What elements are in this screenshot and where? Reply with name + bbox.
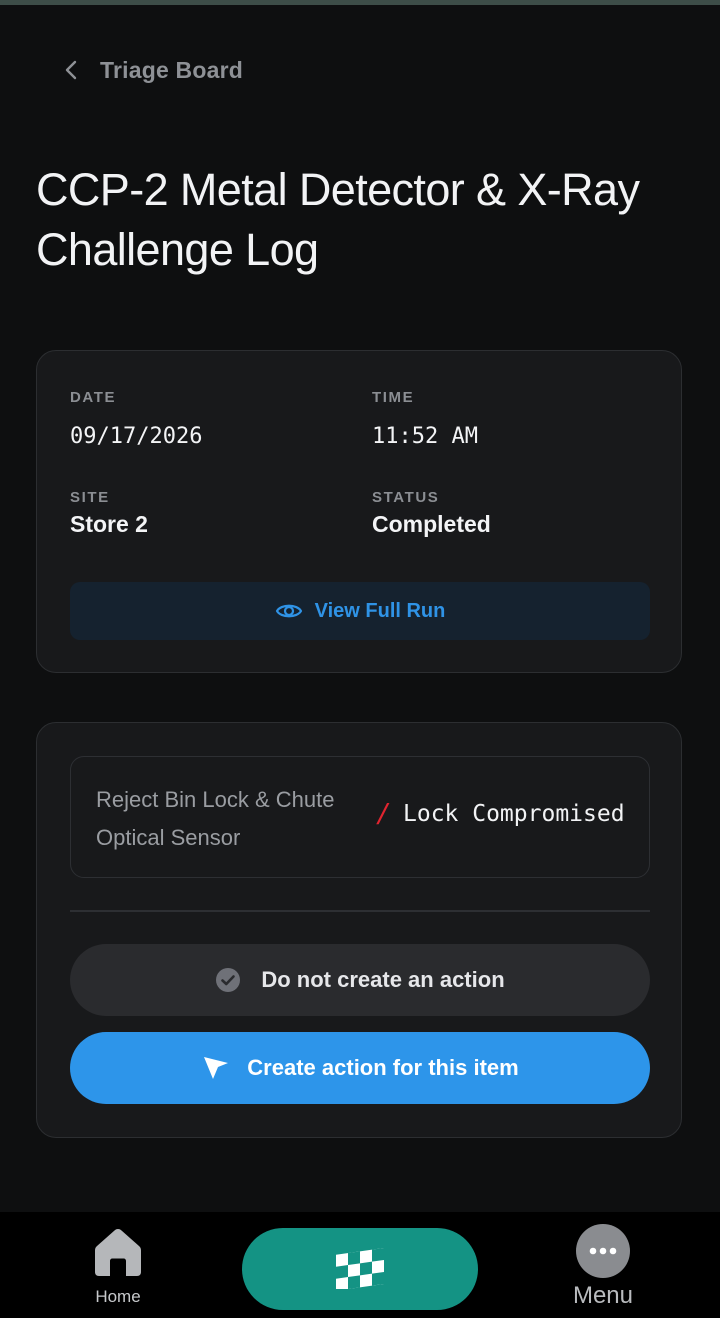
eye-icon — [275, 601, 303, 621]
cursor-arrow-icon — [201, 1053, 231, 1083]
status-label: STATUS — [372, 489, 440, 506]
chevron-left-icon — [60, 59, 82, 81]
time-value: 11:52 AM — [372, 424, 478, 449]
do-not-create-action-label: Do not create an action — [261, 967, 505, 992]
site-field: SITE Store 2 — [70, 489, 148, 538]
checklist-item-card: Reject Bin Lock & Chute Optical Sensor /… — [36, 722, 682, 1138]
nav-home-label: Home — [95, 1287, 141, 1306]
create-action-button[interactable]: Create action for this item — [70, 1032, 650, 1104]
nav-center-button[interactable] — [242, 1228, 478, 1310]
site-label: SITE — [70, 489, 110, 506]
back-link-label: Triage Board — [100, 56, 243, 83]
time-field: TIME 11:52 AM — [372, 389, 478, 449]
date-value: 09/17/2026 — [70, 424, 203, 449]
page-title: CCP-2 Metal Detector & X-Ray Challenge L… — [36, 164, 640, 275]
bottom-nav: Home Menu — [0, 1212, 720, 1318]
create-action-label: Create action for this item — [247, 1055, 519, 1080]
more-dots-icon — [576, 1224, 630, 1278]
back-link[interactable]: Triage Board — [60, 52, 243, 88]
nav-home-button[interactable]: Home — [78, 1226, 158, 1314]
status-field: STATUS Completed — [372, 489, 491, 538]
item-result: Lock Compromised — [403, 801, 625, 827]
view-full-run-label: View Full Run — [314, 599, 446, 622]
site-value: Store 2 — [70, 511, 148, 537]
time-label: TIME — [372, 389, 415, 406]
divider — [70, 910, 650, 912]
run-info-card: DATE 09/17/2026 TIME 11:52 AM SITE Store… — [36, 350, 682, 673]
checkered-flag-icon — [334, 1245, 386, 1294]
top-status-strip — [0, 0, 720, 5]
item-description: Reject Bin Lock & Chute Optical Sensor — [96, 787, 335, 850]
nav-menu-label: Menu — [572, 1282, 634, 1309]
fail-mark: / — [376, 799, 392, 829]
do-not-create-action-button[interactable]: Do not create an action — [70, 944, 650, 1016]
view-full-run-button[interactable]: View Full Run — [70, 582, 650, 640]
date-field: DATE 09/17/2026 — [70, 389, 202, 449]
date-label: DATE — [70, 389, 117, 406]
check-circle-icon — [215, 967, 241, 993]
home-icon — [93, 1226, 143, 1283]
status-value: Completed — [372, 511, 491, 537]
item-result-box: Reject Bin Lock & Chute Optical Sensor /… — [70, 756, 650, 878]
nav-menu-button[interactable]: Menu — [560, 1224, 646, 1318]
